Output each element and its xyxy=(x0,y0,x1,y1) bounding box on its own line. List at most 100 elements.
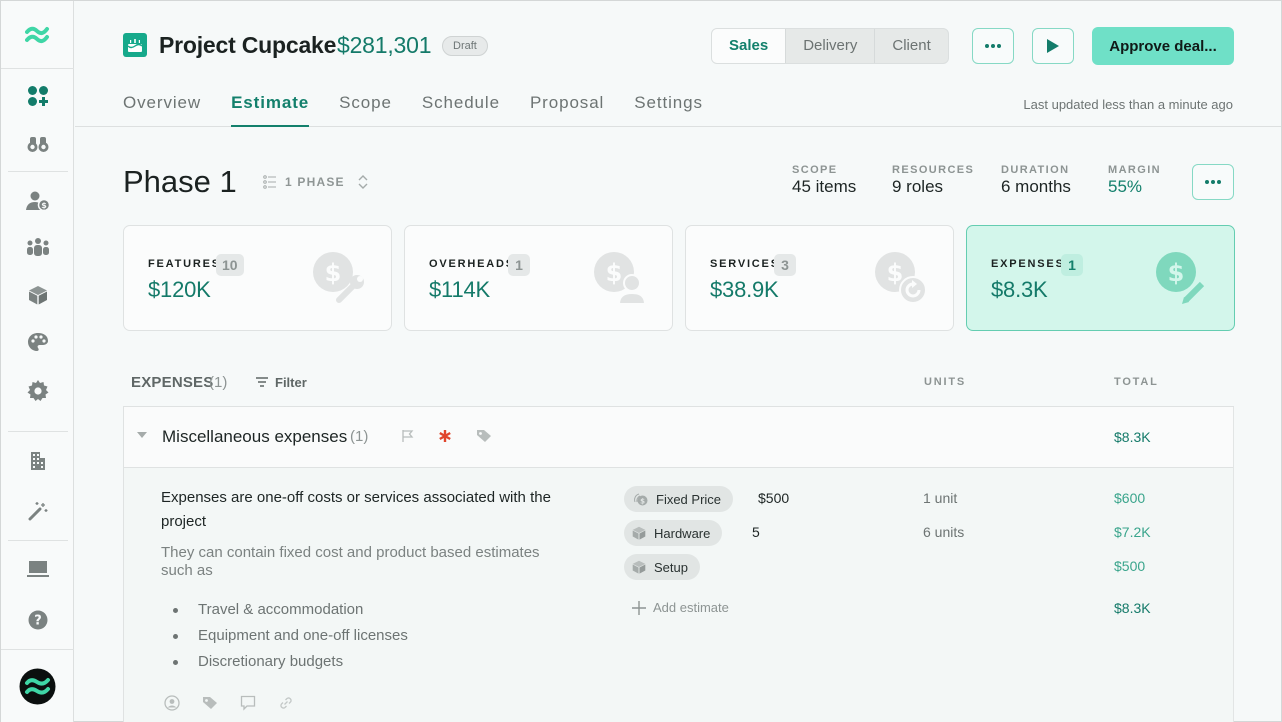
svg-text:$: $ xyxy=(606,259,623,287)
app-logo[interactable] xyxy=(1,15,74,55)
view-toggle-delivery[interactable]: Delivery xyxy=(785,29,874,63)
help-icon: ? xyxy=(28,610,48,630)
svg-text:?: ? xyxy=(34,614,42,629)
flag-icon[interactable] xyxy=(401,429,415,443)
column-header-units: UNITS xyxy=(924,376,966,388)
tab-proposal[interactable]: Proposal xyxy=(530,93,604,127)
sidebar-item-dashboard[interactable] xyxy=(1,76,74,116)
card-label: FEATURES xyxy=(148,258,221,270)
card-features[interactable]: FEATURES 10 $120K $ xyxy=(123,225,392,331)
tab-estimate[interactable]: Estimate xyxy=(231,93,310,127)
svg-text:$: $ xyxy=(640,498,645,506)
tab-settings[interactable]: Settings xyxy=(634,93,703,127)
card-value: $8.3K xyxy=(991,277,1048,302)
more-horizontal-icon xyxy=(984,43,1002,49)
gear-icon xyxy=(27,380,49,402)
tab-scope[interactable]: Scope xyxy=(339,93,392,127)
dollar-person-icon: $ xyxy=(592,250,648,306)
sidebar-item-explore[interactable] xyxy=(1,124,74,164)
card-label: SERVICES xyxy=(710,258,780,270)
description-bullets: Travel & accommodation Equipment and one… xyxy=(161,599,408,677)
estimate-value[interactable]: $500 xyxy=(758,490,789,506)
bullet-item: Travel & accommodation xyxy=(161,599,408,625)
estimate-total: $7.2K xyxy=(1114,524,1151,540)
view-toggle-client[interactable]: Client xyxy=(874,29,947,63)
link-icon[interactable] xyxy=(278,695,294,711)
caret-down-icon[interactable] xyxy=(136,431,148,439)
required-asterisk-icon[interactable] xyxy=(438,429,452,443)
chip-label: Hardware xyxy=(654,525,711,541)
section-title: EXPENSES xyxy=(131,374,214,391)
add-estimate-button[interactable]: Add estimate xyxy=(632,600,729,615)
plus-icon xyxy=(632,600,646,615)
view-toggle-sales[interactable]: Sales xyxy=(712,29,786,63)
card-expenses[interactable]: EXPENSES 1 $8.3K $ xyxy=(966,225,1235,331)
card-count: 1 xyxy=(508,254,530,276)
stat-value: 9 roles xyxy=(892,177,944,196)
sidebar-item-devices[interactable] xyxy=(1,549,74,589)
user-circle-icon[interactable] xyxy=(164,695,180,711)
phase-selector[interactable]: 1 PHASE xyxy=(255,165,377,199)
sidebar: $ ? xyxy=(1,1,74,722)
sidebar-item-help[interactable]: ? xyxy=(1,600,74,640)
sidebar-item-clients[interactable]: $ xyxy=(1,181,74,221)
preview-button[interactable] xyxy=(1032,28,1074,64)
last-updated-text: Last updated less than a minute ago xyxy=(1023,97,1233,112)
expense-group-header[interactable]: Miscellaneous expenses (1) $8.3K xyxy=(124,407,1233,468)
user-avatar[interactable] xyxy=(1,666,74,706)
list-icon xyxy=(263,175,277,189)
svg-text:$: $ xyxy=(325,259,342,287)
tag-icon[interactable] xyxy=(476,429,492,443)
approve-deal-button[interactable]: Approve deal... xyxy=(1092,27,1234,65)
dollar-pencil-icon: $ xyxy=(1154,250,1210,306)
tab-overview[interactable]: Overview xyxy=(123,93,201,127)
team-icon xyxy=(26,237,50,257)
sidebar-divider xyxy=(1,649,74,650)
card-overheads[interactable]: OVERHEADS 1 $114K $ xyxy=(404,225,673,331)
sidebar-item-settings[interactable] xyxy=(1,371,74,411)
sidebar-item-team[interactable] xyxy=(1,227,74,267)
sidebar-item-products[interactable] xyxy=(1,275,74,315)
card-count: 3 xyxy=(774,254,796,276)
group-divider xyxy=(1233,407,1234,722)
cube-icon xyxy=(632,560,646,574)
card-label: OVERHEADS xyxy=(429,258,515,270)
phase-more-button[interactable] xyxy=(1192,164,1234,200)
binoculars-icon xyxy=(27,135,49,153)
sidebar-item-magic[interactable] xyxy=(1,491,74,531)
card-value: $38.9K xyxy=(710,277,779,302)
wave-logo-icon xyxy=(24,24,51,46)
cake-icon xyxy=(123,33,147,57)
more-actions-button[interactable] xyxy=(972,28,1014,64)
tab-bar: Overview Estimate Scope Schedule Proposa… xyxy=(123,93,733,127)
group-total: $8.3K xyxy=(1114,429,1151,445)
sidebar-item-themes[interactable] xyxy=(1,322,74,362)
stat-value: 45 items xyxy=(792,177,857,196)
group-name: Miscellaneous expenses xyxy=(162,427,348,446)
comment-icon[interactable] xyxy=(240,695,256,711)
estimate-chip-fixed-price[interactable]: $ Fixed Price xyxy=(624,486,734,512)
stat-value: 55% xyxy=(1108,177,1143,196)
svg-text:$: $ xyxy=(41,201,47,210)
estimate-chip-hardware[interactable]: Hardware xyxy=(624,520,723,546)
add-estimate-label: Add estimate xyxy=(653,600,729,615)
palette-icon xyxy=(27,332,49,352)
more-horizontal-icon xyxy=(1204,179,1222,185)
section-count: (1) xyxy=(209,374,228,391)
card-count: 10 xyxy=(216,254,244,276)
sidebar-item-company[interactable] xyxy=(1,441,74,481)
column-header-total: TOTAL xyxy=(1114,376,1159,388)
sidebar-divider xyxy=(8,431,68,432)
tab-schedule[interactable]: Schedule xyxy=(422,93,500,127)
brand-avatar-icon xyxy=(19,668,56,705)
stat-duration: DURATION 6 months xyxy=(1001,164,1071,197)
tag-icon[interactable] xyxy=(202,695,218,711)
expense-group: Miscellaneous expenses (1) $8.3K Expense… xyxy=(123,406,1234,722)
estimate-value[interactable]: 5 xyxy=(752,524,760,540)
card-services[interactable]: SERVICES 3 $38.9K $ xyxy=(685,225,954,331)
estimate-chip-setup[interactable]: Setup xyxy=(624,554,700,580)
estimate-total: $500 xyxy=(1114,558,1146,574)
sidebar-divider xyxy=(1,68,74,69)
filter-button[interactable]: Filter xyxy=(255,372,307,392)
user-dollar-icon: $ xyxy=(25,191,50,211)
